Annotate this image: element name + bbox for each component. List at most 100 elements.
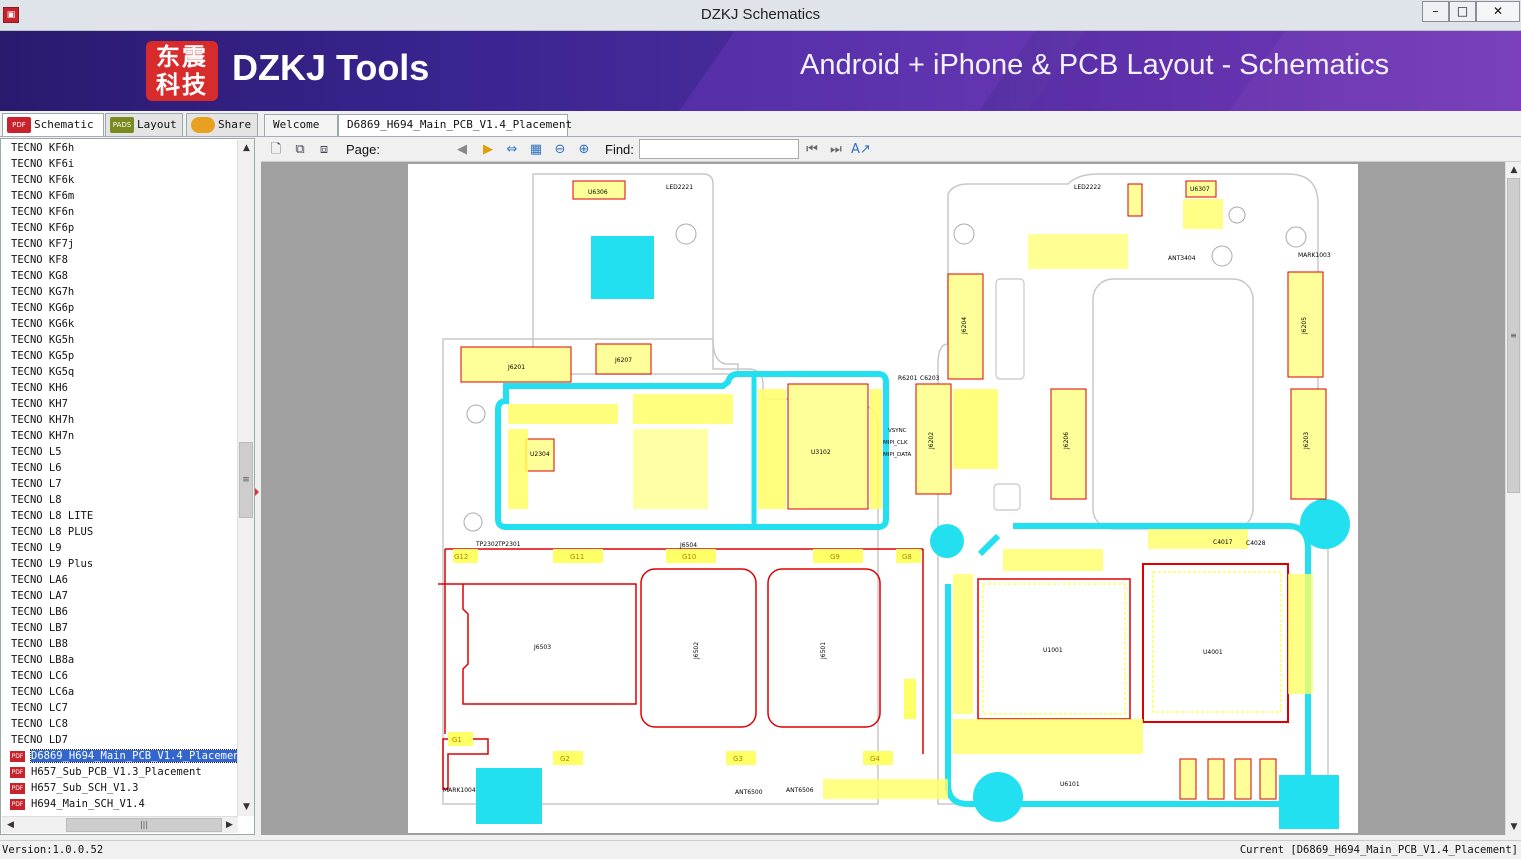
scrollbar-thumb[interactable]: ≡ (239, 442, 253, 518)
list-item[interactable]: TECNO L9 (2, 540, 238, 556)
tab-welcome[interactable]: Welcome (264, 114, 338, 136)
list-item[interactable]: TECNO KF6p (2, 220, 238, 236)
list-item[interactable]: TECNO LB6 (2, 604, 238, 620)
pcb-layout-drawing[interactable]: U6306 LED2221 LED2222 U6307 J6201 J6207 … (408, 164, 1358, 833)
list-item[interactable]: TECNO LB8a (2, 652, 238, 668)
zoom-in-icon[interactable]: ⊕ (575, 141, 593, 159)
list-item[interactable]: TECNO L9 Plus (2, 556, 238, 572)
list-item[interactable]: TECNO KH7h (2, 412, 238, 428)
list-item[interactable]: TECNO L6 (2, 460, 238, 476)
previous-page-icon[interactable]: ◀ (453, 141, 471, 159)
component-cluster (870, 389, 882, 509)
collapse-arrow-icon[interactable] (255, 488, 259, 496)
list-item[interactable]: TECNO LA7 (2, 588, 238, 604)
scrollbar-thumb[interactable]: ||| (66, 818, 222, 832)
tab-schematic[interactable]: PDF Schematic (2, 113, 104, 136)
document-viewer[interactable]: U6306 LED2221 LED2222 U6307 J6201 J6207 … (261, 162, 1505, 835)
find-input[interactable] (639, 139, 799, 159)
list-item[interactable]: TECNO L8 PLUS (2, 524, 238, 540)
list-item[interactable]: TECNO LC8 (2, 716, 238, 732)
list-item[interactable]: TECNO KF8 (2, 252, 238, 268)
minimize-button[interactable]: – (1422, 1, 1449, 22)
pdf-file-item[interactable]: PDF D6869_H694_Main_PCB_V1.4_Placement (2, 748, 238, 764)
list-item[interactable]: TECNO KF6k (2, 172, 238, 188)
component-cluster (633, 429, 708, 509)
list-item[interactable]: TECNO KG5p (2, 348, 238, 364)
list-item[interactable]: TECNO KG5h (2, 332, 238, 348)
tab-share[interactable]: Share (186, 113, 258, 136)
fit-page-icon[interactable]: ▦ (527, 141, 545, 159)
fit-width-icon[interactable]: ⇔ (503, 141, 521, 159)
list-item[interactable]: TECNO KG5q (2, 364, 238, 380)
battery-cutout (1092, 278, 1254, 530)
scroll-up-icon[interactable]: ▲ (238, 140, 255, 157)
label-j6504: J6504 (679, 542, 697, 549)
scrollbar-thumb[interactable]: ≡ (1507, 178, 1520, 493)
list-item[interactable]: TECNO L7 (2, 476, 238, 492)
label-g9: G9 (830, 553, 840, 561)
label-g1: G1 (452, 736, 462, 744)
component-cluster (1148, 529, 1248, 549)
list-item[interactable]: TECNO LC6 (2, 668, 238, 684)
list-item[interactable]: TECNO KG6k (2, 316, 238, 332)
print-preview-icon[interactable]: ⧈ (315, 141, 333, 159)
file-list-horizontal-scrollbar[interactable]: ◀ ||| ▶ (2, 816, 238, 833)
label-j6203: J6203 (1303, 432, 1310, 450)
highlight-text-icon[interactable]: A↗ (851, 141, 871, 159)
zoom-out-icon[interactable]: ⊖ (551, 141, 569, 159)
window-title: DZKJ Schematics (700, 6, 821, 23)
list-item[interactable]: TECNO KG8 (2, 268, 238, 284)
component-cluster (508, 404, 618, 424)
list-item[interactable]: TECNO KF6i (2, 156, 238, 172)
label-led2221: LED2221 (666, 184, 693, 191)
pdf-file-item[interactable]: PDF H694_Main_SCH_V1.4 (2, 796, 238, 812)
list-item[interactable]: TECNO KH6 (2, 380, 238, 396)
page-label: Page: (346, 142, 380, 157)
list-item[interactable]: TECNO LB8 (2, 636, 238, 652)
viewer-vertical-scrollbar[interactable]: ▲ ≡ ▼ (1505, 162, 1521, 835)
find-next-icon[interactable]: ⏭ (827, 141, 845, 159)
file-list-vertical-scrollbar[interactable]: ▲ ≡ ▼ (237, 140, 254, 816)
list-item[interactable]: TECNO KH7 (2, 396, 238, 412)
file-list[interactable]: TECNO KF6h TECNO KF6i TECNO KF6k TECNO K… (2, 140, 238, 816)
list-item[interactable]: TECNO LD7 (2, 732, 238, 748)
list-item[interactable]: TECNO LA6 (2, 572, 238, 588)
pdf-file-item[interactable]: PDF H657_Sub_PCB_V1.3_Placement (2, 764, 238, 780)
pdf-file-item[interactable]: PDF H657_Sub_SCH_V1.3 (2, 780, 238, 796)
next-page-icon[interactable]: ▶ (479, 141, 497, 159)
scroll-left-icon[interactable]: ◀ (2, 817, 19, 834)
pdf-icon: PDF (7, 117, 31, 133)
close-button[interactable]: ✕ (1476, 1, 1520, 22)
open-document-icon[interactable]: 🗋 (267, 141, 285, 159)
list-item[interactable]: TECNO LC7 (2, 700, 238, 716)
list-item[interactable]: TECNO LB7 (2, 620, 238, 636)
title-bar: ▣ DZKJ Schematics – □ ✕ (0, 0, 1521, 31)
header-banner: 东震 科技 DZKJ Tools Android + iPhone & PCB … (0, 31, 1521, 111)
list-item[interactable]: TECNO KH7n (2, 428, 238, 444)
scroll-down-icon[interactable]: ▼ (1506, 819, 1521, 835)
maximize-button[interactable]: □ (1449, 1, 1476, 22)
pcb-page[interactable]: U6306 LED2221 LED2222 U6307 J6201 J6207 … (408, 164, 1358, 833)
list-item[interactable]: TECNO KG6p (2, 300, 238, 316)
tab-document[interactable]: D6869_H694_Main_PCB_V1.4_Placement✕ (338, 114, 572, 151)
list-item[interactable]: TECNO KF6m (2, 188, 238, 204)
scroll-down-icon[interactable]: ▼ (238, 799, 255, 816)
label-ant6500: ANT6500 (735, 789, 763, 796)
scroll-up-icon[interactable]: ▲ (1506, 162, 1521, 178)
scroll-right-icon[interactable]: ▶ (221, 817, 238, 834)
copy-page-icon[interactable]: ⧉ (291, 141, 309, 159)
find-previous-icon[interactable]: ⏮ (803, 141, 821, 159)
label-c6203: C6203 (920, 375, 940, 382)
list-item[interactable]: TECNO KF7j (2, 236, 238, 252)
list-item[interactable]: TECNO KF6h (2, 140, 238, 156)
ant-pad (1259, 758, 1277, 800)
list-item[interactable]: TECNO LC6a (2, 684, 238, 700)
list-item[interactable]: TECNO KG7h (2, 284, 238, 300)
list-item[interactable]: TECNO L8 LITE (2, 508, 238, 524)
label-ant3404: ANT3404 (1168, 255, 1196, 262)
list-item[interactable]: TECNO KF6n (2, 204, 238, 220)
list-item[interactable]: TECNO L8 (2, 492, 238, 508)
tab-layout[interactable]: PADS Layout (105, 113, 183, 136)
label-led2222: LED2222 (1074, 184, 1101, 191)
list-item[interactable]: TECNO L5 (2, 444, 238, 460)
